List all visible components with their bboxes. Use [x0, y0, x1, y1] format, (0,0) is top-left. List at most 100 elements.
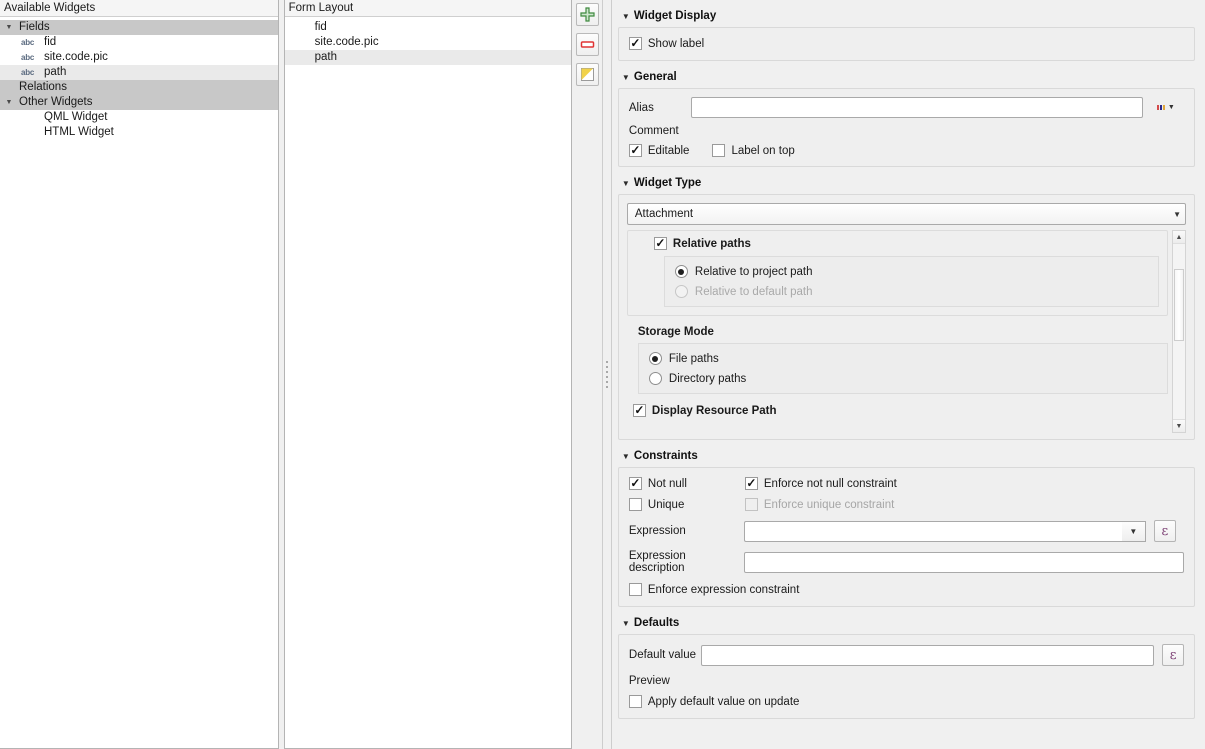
expression-row: Expression ▼ ε: [629, 520, 1184, 542]
unique-label: Unique: [647, 498, 685, 511]
enforce-unique-label: Enforce unique constraint: [763, 498, 895, 511]
relative-to-default-path-label: Relative to default path: [694, 285, 813, 298]
unique-checkbox[interactable]: [628, 498, 642, 511]
not-null-checkbox[interactable]: [628, 477, 642, 490]
form-layout-header: Form Layout: [284, 0, 572, 17]
default-value-expression-button[interactable]: ε: [1162, 644, 1184, 666]
tree-item-label: Relations: [19, 81, 67, 93]
enforce-not-null-label: Enforce not null constraint: [763, 477, 897, 490]
alias-input[interactable]: [690, 97, 1143, 118]
preview-row: Preview: [629, 675, 1184, 687]
relative-to-project-path-radio[interactable]: [674, 265, 688, 278]
label-on-top-checkbox[interactable]: [712, 144, 726, 157]
constraints-body: Not null Enforce not null constraint Uni…: [617, 467, 1195, 607]
enforce-unique-checkbox: [744, 498, 758, 511]
chevron-down-icon[interactable]: ▼: [618, 619, 634, 628]
not-null-label: Not null: [647, 477, 687, 490]
section-title: General: [633, 71, 677, 83]
tree-group-fields[interactable]: ▼ Fields: [0, 20, 278, 35]
label-on-top-label: Label on top: [731, 144, 795, 157]
apply-default-on-update-checkbox[interactable]: [628, 695, 642, 708]
splitter-grip: [605, 361, 608, 388]
tree-item-label: site.code.pic: [44, 51, 108, 63]
show-label-row[interactable]: Show label: [628, 37, 1184, 50]
enforce-not-null-checkbox[interactable]: [744, 477, 758, 490]
tree-item-path[interactable]: abc path: [0, 65, 278, 80]
widget-type-selected-value: Attachment: [634, 208, 694, 220]
tree-group-relations[interactable]: ▼ Relations: [0, 80, 278, 95]
relative-paths-checkbox[interactable]: [653, 237, 667, 250]
container-icon: [580, 68, 594, 81]
widget-type-options: Relative paths Relative to project path …: [626, 230, 1186, 417]
panel-splitter[interactable]: [601, 0, 612, 749]
relative-paths-row: Relative paths: [653, 237, 1159, 250]
apply-default-on-update-label: Apply default value on update: [647, 695, 800, 708]
new-container-button[interactable]: [575, 63, 599, 86]
display-resource-path-row[interactable]: Display Resource Path: [632, 404, 1168, 417]
form-layout-list[interactable]: fid site.code.pic path: [284, 17, 572, 748]
chevron-down-icon: ▼: [1173, 209, 1181, 219]
expression-description-input[interactable]: [743, 551, 1184, 573]
file-paths-label: File paths: [668, 352, 719, 365]
list-item[interactable]: fid: [285, 20, 572, 35]
display-resource-path-checkbox[interactable]: [632, 404, 646, 417]
data-defined-override-button[interactable]: ▼: [1155, 104, 1175, 111]
expression-editor-button[interactable]: ε: [1153, 520, 1176, 542]
default-value-input[interactable]: [701, 644, 1155, 666]
chevron-down-icon[interactable]: ▼: [0, 95, 18, 110]
chevron-down-icon[interactable]: ▼: [618, 12, 634, 21]
widget-type-scrollbar[interactable]: ▲ ▼: [1172, 230, 1186, 433]
available-widgets-header: Available Widgets: [0, 0, 278, 17]
editable-checkbox[interactable]: [628, 144, 642, 157]
list-item[interactable]: site.code.pic: [285, 35, 572, 50]
section-header-constraints[interactable]: ▼ Constraints: [618, 446, 1195, 466]
tree-item-site-code-pic[interactable]: abc site.code.pic: [0, 50, 278, 65]
editable-row: Editable Label on top: [628, 144, 1184, 157]
directory-paths-row[interactable]: Directory paths: [648, 372, 1157, 385]
apply-on-update-row: Apply default value on update: [628, 695, 1184, 708]
add-item-button[interactable]: [575, 3, 599, 26]
available-widgets-panel: Available Widgets ▼ Fields abc fid abc s…: [0, 0, 279, 749]
chevron-down-icon[interactable]: ▼: [618, 73, 634, 82]
directory-paths-radio[interactable]: [648, 372, 662, 385]
storage-mode-title: Storage Mode: [637, 326, 714, 338]
relative-to-default-path-row: Relative to default path: [674, 285, 1148, 298]
section-title: Defaults: [633, 617, 680, 629]
tree-group-other-widgets[interactable]: ▼ Other Widgets: [0, 95, 278, 110]
chevron-down-icon[interactable]: ▼: [618, 452, 634, 461]
tree-item-label: Other Widgets: [19, 96, 93, 108]
scrollbar-thumb[interactable]: [1174, 269, 1184, 341]
comment-label: Comment: [628, 125, 679, 137]
show-label-checkbox[interactable]: [628, 37, 642, 50]
relative-to-project-path-row[interactable]: Relative to project path: [674, 265, 1148, 278]
expression-input[interactable]: [743, 520, 1122, 542]
tree-item-fid[interactable]: abc fid: [0, 35, 278, 50]
plus-icon: [579, 7, 595, 22]
relative-to-default-path-radio: [674, 285, 688, 298]
expression-dropdown-button[interactable]: ▼: [1121, 520, 1146, 542]
file-paths-radio[interactable]: [648, 352, 662, 365]
tree-item-label: path: [44, 66, 67, 78]
widget-display-body: Show label: [617, 27, 1195, 61]
default-value-label: Default value: [628, 649, 697, 661]
section-header-general[interactable]: ▼ General: [618, 67, 1195, 87]
list-item[interactable]: path: [284, 50, 572, 65]
widget-type-body: Attachment ▼ Relative paths Relative to: [617, 194, 1195, 440]
scroll-down-button[interactable]: ▼: [1173, 419, 1185, 432]
file-paths-row[interactable]: File paths: [648, 352, 1157, 365]
widget-type-combo[interactable]: Attachment ▼: [626, 203, 1186, 225]
section-header-defaults[interactable]: ▼ Defaults: [618, 613, 1195, 633]
directory-paths-label: Directory paths: [668, 372, 747, 385]
section-header-widget-display[interactable]: ▼ Widget Display: [618, 6, 1195, 26]
section-header-widget-type[interactable]: ▼ Widget Type: [618, 173, 1195, 193]
tree-item-qml-widget[interactable]: QML Widget: [0, 110, 278, 125]
enforce-expression-checkbox[interactable]: [628, 583, 642, 596]
remove-item-button[interactable]: [575, 33, 599, 56]
minus-icon: [580, 41, 594, 48]
tree-item-html-widget[interactable]: HTML Widget: [0, 125, 278, 140]
scroll-up-button[interactable]: ▲: [1173, 231, 1185, 244]
chevron-placeholder-icon: ▼: [0, 80, 18, 95]
chevron-down-icon[interactable]: ▼: [0, 20, 18, 35]
chevron-down-icon[interactable]: ▼: [618, 179, 634, 188]
available-widgets-tree[interactable]: ▼ Fields abc fid abc site.code.pic abc p…: [0, 17, 278, 748]
